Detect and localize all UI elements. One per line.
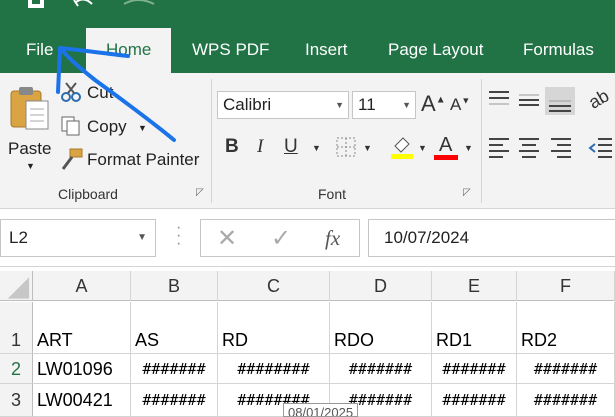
fill-color-dropdown-icon[interactable]: ▼ bbox=[418, 143, 427, 153]
tab-home[interactable]: Home bbox=[86, 28, 172, 73]
italic-button[interactable]: I bbox=[257, 136, 263, 158]
column-header-row: A B C D E F bbox=[0, 271, 615, 301]
paste-dropdown-icon[interactable]: ▼ bbox=[26, 161, 35, 171]
ribbon: Paste ▼ Cut Copy ▼ Format Painter Clipbo… bbox=[0, 73, 615, 209]
format-painter-icon bbox=[61, 148, 83, 170]
cell-e1[interactable]: RD1 bbox=[432, 302, 517, 354]
group-divider bbox=[481, 79, 482, 203]
copy-dropdown-icon[interactable]: ▼ bbox=[138, 123, 147, 133]
clipboard-icon bbox=[10, 87, 49, 130]
align-center-icon[interactable] bbox=[517, 136, 541, 160]
fill-color-swatch bbox=[391, 154, 413, 159]
chevron-down-icon: ▼ bbox=[335, 100, 344, 110]
cell-c2[interactable]: ######## bbox=[218, 354, 330, 384]
cell-d1[interactable]: RDO bbox=[330, 302, 432, 354]
svg-text:A: A bbox=[439, 134, 453, 156]
paste-label: Paste bbox=[8, 139, 52, 158]
font-color-dropdown-icon[interactable]: ▼ bbox=[464, 143, 473, 153]
decrease-font-size-icon[interactable]: A▼ bbox=[450, 95, 470, 115]
cell-f3[interactable]: ####### bbox=[517, 384, 615, 417]
column-header-c[interactable]: C bbox=[218, 271, 330, 301]
formula-buttons: ✕ ✓ fx bbox=[200, 219, 360, 257]
cell-f1[interactable]: RD2 bbox=[517, 302, 615, 354]
clipboard-group-label: Clipboard bbox=[58, 186, 118, 202]
bold-button[interactable]: B bbox=[225, 136, 239, 158]
orientation-icon[interactable]: ab bbox=[585, 85, 613, 113]
group-divider bbox=[211, 79, 212, 203]
decrease-indent-icon[interactable] bbox=[588, 136, 612, 160]
undo-icon[interactable] bbox=[72, 0, 98, 12]
tab-wps-pdf[interactable]: WPS PDF bbox=[172, 28, 289, 73]
ribbon-tab-bar: File Home WPS PDF Insert Page Layout For… bbox=[0, 28, 615, 73]
row-header-1[interactable]: 1 bbox=[0, 302, 33, 354]
align-right-icon[interactable] bbox=[549, 136, 573, 160]
font-launcher-icon[interactable]: ◸ bbox=[463, 187, 471, 198]
row-header-3[interactable]: 3 bbox=[0, 384, 33, 417]
chevron-down-icon: ▼ bbox=[137, 232, 147, 243]
borders-icon[interactable] bbox=[335, 136, 357, 158]
increase-font-size-icon[interactable]: A▲ bbox=[421, 91, 446, 117]
underline-button[interactable]: U bbox=[284, 136, 298, 158]
font-size-select[interactable]: 11 ▼ bbox=[352, 91, 416, 119]
column-header-d[interactable]: D bbox=[330, 271, 432, 301]
cell-a1[interactable]: ART bbox=[33, 302, 131, 354]
copy-icon bbox=[61, 116, 80, 136]
cell-b2[interactable]: ####### bbox=[131, 354, 218, 384]
align-middle-icon[interactable] bbox=[517, 89, 541, 111]
font-size-value: 11 bbox=[358, 95, 376, 114]
underline-dropdown-icon[interactable]: ▼ bbox=[312, 143, 321, 153]
clipboard-launcher-icon[interactable]: ◸ bbox=[196, 187, 204, 198]
font-color-swatch bbox=[434, 155, 458, 160]
spreadsheet-grid: A B C D E F 1 ART AS RD RDO RD1 RD2 2 LW… bbox=[0, 267, 615, 417]
column-header-a[interactable]: A bbox=[33, 271, 131, 301]
name-box-value: L2 bbox=[9, 228, 28, 247]
cut-icon bbox=[61, 82, 81, 102]
column-header-b[interactable]: B bbox=[131, 271, 218, 301]
copy-button[interactable]: Copy bbox=[87, 117, 127, 137]
select-all-icon[interactable] bbox=[0, 271, 33, 301]
cell-b1[interactable]: AS bbox=[131, 302, 218, 354]
date-tooltip: 08/01/2025 bbox=[283, 403, 359, 417]
cell-a2[interactable]: LW01096 bbox=[33, 354, 131, 384]
font-color-icon[interactable]: A bbox=[433, 133, 459, 161]
paste-button[interactable]: Paste ▼ bbox=[4, 81, 54, 181]
cell-e3[interactable]: ####### bbox=[432, 384, 517, 417]
title-bar bbox=[0, 0, 615, 28]
borders-dropdown-icon[interactable]: ▼ bbox=[363, 143, 372, 153]
cell-a3[interactable]: LW00421 bbox=[33, 384, 131, 417]
insert-function-icon[interactable]: fx bbox=[325, 226, 340, 251]
formula-bar: L2 ▼ · · · ✕ ✓ fx 10/07/2024 bbox=[0, 209, 615, 267]
cell-c1[interactable]: RD bbox=[218, 302, 330, 354]
formula-input[interactable]: 10/07/2024 bbox=[368, 219, 615, 257]
cell-d2[interactable]: ####### bbox=[330, 354, 432, 384]
font-family-select[interactable]: Calibri ▼ bbox=[217, 91, 349, 119]
cancel-icon[interactable]: ✕ bbox=[217, 224, 237, 253]
tab-file[interactable]: File bbox=[6, 28, 73, 73]
chevron-down-icon: ▼ bbox=[402, 100, 411, 110]
cell-e2[interactable]: ####### bbox=[432, 354, 517, 384]
tab-page-layout[interactable]: Page Layout bbox=[368, 28, 503, 73]
font-family-value: Calibri bbox=[223, 95, 272, 114]
column-header-e[interactable]: E bbox=[432, 271, 517, 301]
tab-insert[interactable]: Insert bbox=[285, 28, 368, 73]
redo-icon[interactable] bbox=[118, 0, 178, 12]
cell-b3[interactable]: ####### bbox=[131, 384, 218, 417]
cut-button[interactable]: Cut bbox=[87, 83, 113, 103]
font-group-label: Font bbox=[318, 186, 347, 202]
cell-f2[interactable]: ####### bbox=[517, 354, 615, 384]
format-painter-button[interactable]: Format Painter bbox=[87, 150, 199, 170]
enter-icon[interactable]: ✓ bbox=[271, 224, 291, 253]
tab-formulas[interactable]: Formulas bbox=[503, 28, 614, 73]
column-header-f[interactable]: F bbox=[517, 271, 615, 301]
align-left-icon[interactable] bbox=[487, 136, 511, 160]
align-bottom-icon[interactable] bbox=[545, 87, 575, 115]
save-icon[interactable] bbox=[26, 0, 46, 10]
vertical-dots-icon: · · · bbox=[176, 219, 182, 252]
align-top-icon[interactable] bbox=[487, 89, 511, 111]
row-header-2[interactable]: 2 bbox=[0, 354, 33, 384]
fill-color-icon[interactable] bbox=[389, 134, 415, 160]
name-box[interactable]: L2 ▼ bbox=[0, 219, 156, 257]
